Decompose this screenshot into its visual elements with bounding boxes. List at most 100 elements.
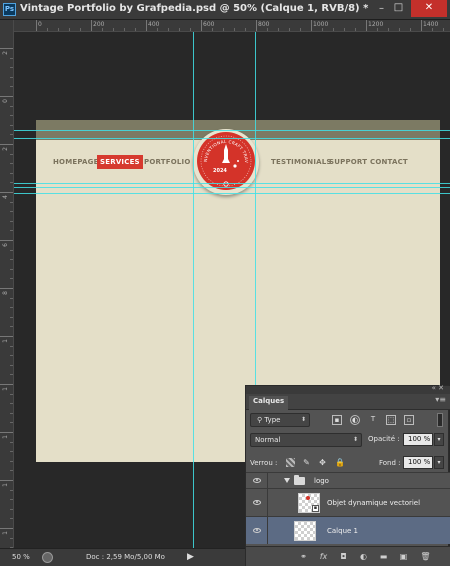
blend-mode-select[interactable]: Normal ⬍ [250,433,362,447]
layer-row-smart-object[interactable]: ▪ Objet dynamique vectoriel [246,488,450,516]
star-icon [233,164,237,168]
vertical-ruler[interactable]: 2 0 2 4 6 8 1 1 1 1 1 [0,20,14,548]
mask-icon[interactable]: ◘ [338,552,349,562]
ruler-tick [399,28,400,31]
lock-transparency-icon[interactable] [286,458,295,467]
close-icon[interactable]: ✕ [411,0,447,17]
status-info-icon[interactable] [42,552,53,563]
group-folder-icon[interactable]: ▬ [378,552,389,562]
ruler-tick [0,432,13,433]
document-title: Vintage Portfolio by Grafpedia.psd @ 50%… [20,3,369,14]
filter-pixel-icon[interactable]: ▪ [332,415,342,425]
collapse-panel-icon[interactable]: « ✕ [432,384,444,392]
ruler-tick [377,28,378,31]
ruler-tick [10,460,13,462]
ruler-tick [10,163,13,165]
visibility-toggle[interactable] [246,517,268,544]
nav-support: SUPPORT [329,158,368,166]
layer-name: Calque 1 [327,527,358,535]
ruler-tick [10,508,13,510]
ruler-tick [0,288,13,289]
lock-move-icon[interactable]: ✥ [318,458,327,467]
panel-menu-icon[interactable]: ▾≡ [435,395,446,404]
ruler-tick [212,28,213,31]
ruler-tick [10,441,13,443]
ruler-tick [245,28,246,31]
fill-label: Fond : [379,459,401,467]
ruler-tick [0,48,13,49]
ruler-tick [135,28,136,31]
filter-toggle[interactable] [437,413,443,427]
filter-kind-select[interactable]: ⚲ Type ⬍ [250,413,310,427]
fx-icon[interactable]: fx [318,552,329,562]
ruler-tick [443,28,444,31]
ruler-tick [10,211,13,213]
layer-name: logo [314,477,329,485]
blend-mode-value: Normal [255,436,281,444]
filter-smart-object-icon[interactable]: ▫ [404,415,414,425]
ruler-label: 2 [2,147,9,151]
opacity-dropdown-icon[interactable]: ▾ [434,433,444,446]
horizontal-ruler[interactable]: 0 200 400 600 800 1000 1200 1400 [14,20,450,32]
filter-kind-value: Type [264,416,281,424]
chevron-updown-icon: ⬍ [352,436,358,443]
trash-icon[interactable]: 🗑 [420,552,431,562]
horizontal-guide[interactable] [14,187,450,188]
expand-triangle-icon[interactable] [284,478,290,483]
opacity-field[interactable]: 100 % [403,433,433,446]
document-size-info: Doc : 2,59 Mo/5,00 Mo [86,553,165,561]
layer-row-logo-group[interactable]: logo [246,472,450,488]
ruler-tick [201,20,202,31]
ruler-tick [113,28,114,31]
ruler-tick [10,57,13,59]
panel-drag-bar[interactable]: « ✕ [246,384,450,394]
filter-type-icon[interactable]: T [368,415,378,425]
nav-portfolio: PORTFOLIO [144,158,191,166]
lock-label: Verrou : [250,459,278,467]
ruler-tick [58,28,59,31]
filter-shape-icon[interactable]: ⬚ [386,415,396,425]
ruler-label: 600 [203,21,215,28]
ruler-label: 1 [2,435,9,439]
lock-brush-icon[interactable]: ✎ [302,458,311,467]
tab-layers[interactable]: Calques [249,396,289,410]
filter-adjustment-icon[interactable]: ◐ [350,415,360,425]
link-icon[interactable]: ⚭ [298,552,309,562]
horizontal-guide[interactable] [14,193,450,194]
ruler-label: 0 [38,21,42,28]
zoom-level[interactable]: 50 % [12,553,30,561]
layers-panel-footer: ⚭ fx ◘ ◐ ▬ ▣ 🗑 [246,546,450,566]
fill-field[interactable]: 100 % [403,456,433,469]
visibility-toggle[interactable] [246,489,268,516]
lock-all-icon[interactable]: 🔒 [335,458,345,467]
vertical-guide[interactable] [193,32,194,548]
ruler-tick [10,499,13,501]
ruler-tick [0,384,13,385]
horizontal-guide[interactable] [14,130,450,131]
adjustment-icon[interactable]: ◐ [358,552,369,562]
ruler-tick [47,28,48,31]
ruler-tick [10,153,13,155]
ruler-tick [10,307,13,309]
layer-row-calque-1[interactable]: Calque 1 [246,516,450,544]
ruler-tick [102,28,103,31]
ruler-tick [91,20,92,31]
ruler-tick [146,20,147,31]
badge-year: 2024 [213,168,227,174]
photoshop-window: Ps Vintage Portfolio by Grafpedia.psd @ … [0,0,450,566]
fill-dropdown-icon[interactable]: ▾ [434,456,444,469]
new-layer-icon[interactable]: ▣ [398,552,409,562]
visibility-toggle[interactable] [246,473,268,488]
panel-tab-bar: Calques ▾≡ [246,394,450,410]
nav-services: SERVICES [97,155,143,169]
ruler-tick [10,220,13,222]
maximize-icon[interactable]: □ [386,0,411,17]
horizontal-guide[interactable] [14,138,450,139]
horizontal-guide[interactable] [14,183,450,184]
ruler-tick [0,192,13,193]
status-menu-arrow-icon[interactable]: ▶ [187,552,194,562]
opacity-label: Opacité : [368,435,400,443]
ruler-tick [344,28,345,31]
ruler-tick [10,393,13,395]
ruler-tick [10,374,13,376]
